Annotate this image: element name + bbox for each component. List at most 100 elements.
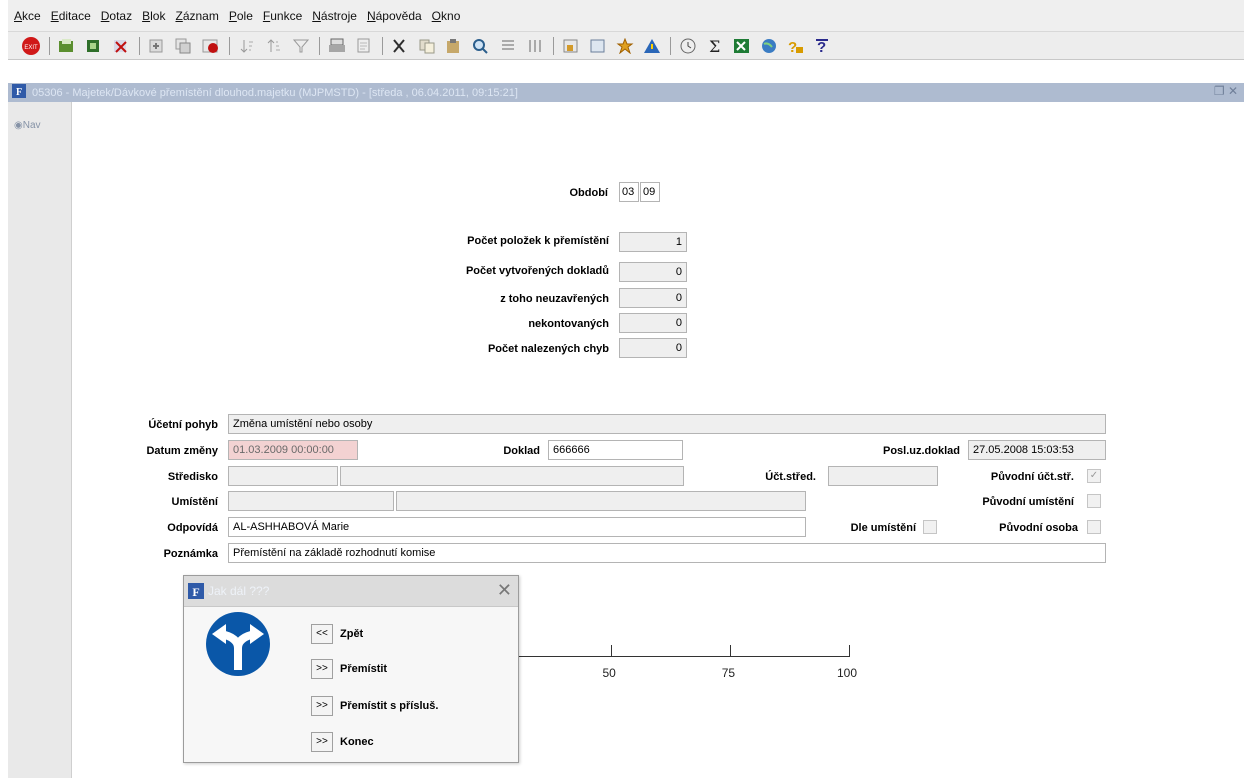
export-icon[interactable] <box>560 35 582 57</box>
exit-icon-label: EXIT <box>24 45 38 51</box>
stredisko-label: Středisko <box>167 471 218 483</box>
menu-funkce[interactable]: Funkce <box>263 9 302 23</box>
report-icon[interactable] <box>587 35 609 57</box>
posl-uz-doklad-label: Posl.uz.doklad <box>882 445 960 457</box>
puvodni-osoba-checkbox[interactable] <box>1087 520 1101 534</box>
puvodni-uct-str-checkbox[interactable]: ✓ <box>1087 469 1101 483</box>
help-icon[interactable]: ? <box>785 35 807 57</box>
svg-text:?: ? <box>788 39 797 54</box>
doklad-label: Doklad <box>503 445 540 457</box>
new-record-icon[interactable] <box>146 35 168 57</box>
stat-label: Počet vytvořených dokladů <box>465 265 609 277</box>
window-controls: ❐ ✕ <box>1214 84 1238 98</box>
enter-query-icon[interactable] <box>83 35 105 57</box>
dle-umisteni-checkbox[interactable] <box>923 520 937 534</box>
dialog-title: Jak dál ??? <box>208 584 270 598</box>
menu-dotaz[interactable]: Dotaz <box>101 9 132 23</box>
konec-label[interactable]: Konec <box>340 736 374 748</box>
menu-pole[interactable]: Pole <box>229 9 253 23</box>
stat-label: Počet nalezených chyb <box>487 343 609 355</box>
doklad-field[interactable]: 666666 <box>548 440 683 460</box>
premistit-button[interactable]: >> <box>311 659 333 679</box>
print-icon[interactable] <box>326 35 348 57</box>
excel-icon[interactable] <box>731 35 753 57</box>
save-icon[interactable] <box>56 35 78 57</box>
find-icon[interactable] <box>470 35 492 57</box>
sum-icon[interactable]: Σ <box>704 35 726 57</box>
list-icon[interactable] <box>497 35 519 57</box>
svg-text:F: F <box>16 87 22 98</box>
sort-desc-icon[interactable] <box>263 35 285 57</box>
konec-button[interactable]: >> <box>311 732 333 752</box>
menu-napoveda[interactable]: Nápověda <box>367 9 422 23</box>
direction-sign-icon <box>204 610 272 681</box>
restore-window-icon[interactable]: ❐ <box>1214 84 1225 98</box>
menu-blok[interactable]: Blok <box>142 9 165 23</box>
nav-button[interactable]: ◉Nav <box>14 120 41 131</box>
axis-tick <box>729 645 731 657</box>
delete-record-icon[interactable] <box>200 35 222 57</box>
uct-stred-label: Účt.střed. <box>765 471 816 483</box>
filter-icon[interactable] <box>290 35 312 57</box>
nav-icon: ◉ <box>14 120 23 131</box>
cut-icon[interactable] <box>389 35 411 57</box>
period-month-field[interactable]: 03 <box>619 182 639 202</box>
period-label: Období <box>569 187 609 199</box>
zpet-label[interactable]: Zpět <box>340 628 363 640</box>
menu-zaznam[interactable]: Záznam <box>175 9 218 23</box>
clock-icon[interactable] <box>677 35 699 57</box>
stat-value: 0 <box>619 338 687 358</box>
help-context-icon[interactable]: ? <box>812 35 834 57</box>
toolbar-separator <box>319 36 320 55</box>
datum-zmeny-field[interactable]: 01.03.2009 00:00:00 <box>228 440 358 460</box>
columns-icon[interactable] <box>524 35 546 57</box>
axis-tick <box>610 645 612 657</box>
toolbar-separator <box>49 36 50 55</box>
zpet-button[interactable]: << <box>311 624 333 644</box>
umisteni-code-field[interactable] <box>228 491 394 511</box>
star-icon[interactable] <box>614 35 636 57</box>
toolbar: EXIT Σ ? ? <box>8 32 1244 60</box>
close-icon[interactable]: ✕ <box>497 580 512 601</box>
puvodni-umisteni-checkbox[interactable] <box>1087 494 1101 508</box>
alert-icon[interactable] <box>641 35 663 57</box>
dle-umisteni-label: Dle umístění <box>850 522 916 534</box>
sort-asc-icon[interactable] <box>236 35 258 57</box>
poznamka-field[interactable]: Přemístění na základě rozhodnutí komise <box>228 543 1106 563</box>
premistit-label[interactable]: Přemístit <box>340 663 387 675</box>
svg-text:Σ: Σ <box>709 38 720 54</box>
print-preview-icon[interactable] <box>353 35 375 57</box>
umisteni-name-field <box>396 491 806 511</box>
svg-text:?: ? <box>817 39 826 54</box>
menu-akce[interactable]: Akce <box>14 9 41 23</box>
ucetni-pohyb-field[interactable]: Změna umístění nebo osoby <box>228 414 1106 434</box>
axis-tick-label: 50 <box>602 666 616 680</box>
premistit-s-prislus-label[interactable]: Přemístit s přísluš. <box>340 700 438 712</box>
nav-label: Nav <box>22 120 41 131</box>
toolbar-separator <box>670 36 671 55</box>
datum-zmeny-label: Datum změny <box>146 445 218 457</box>
duplicate-record-icon[interactable] <box>173 35 195 57</box>
jak-dal-dialog: F Jak dál ??? ✕ << Zpět >> Přemístit >> … <box>183 575 519 763</box>
paste-icon[interactable] <box>443 35 465 57</box>
window-title: 05306 - Majetek/Dávkové přemístění dlouh… <box>32 86 518 99</box>
uct-stred-field[interactable] <box>828 466 938 486</box>
ucetni-pohyb-label: Účetní pohyb <box>148 419 218 431</box>
close-window-icon[interactable]: ✕ <box>1228 84 1238 98</box>
odpovida-field[interactable]: AL-ASHHABOVÁ Marie <box>228 517 806 537</box>
menu-editace[interactable]: Editace <box>51 9 91 23</box>
menu-nastroje[interactable]: Nástroje <box>312 9 357 23</box>
stredisko-name-field <box>340 466 684 486</box>
globe-icon[interactable] <box>758 35 780 57</box>
exit-icon[interactable]: EXIT <box>20 35 42 57</box>
menu-okno[interactable]: Okno <box>432 9 461 23</box>
cancel-query-icon[interactable] <box>110 35 132 57</box>
premistit-s-prislus-button[interactable]: >> <box>311 696 333 716</box>
app-logo-icon: F <box>12 84 26 101</box>
svg-text:F: F <box>192 585 199 599</box>
puvodni-osoba-label: Původní osoba <box>999 522 1078 534</box>
left-nav-panel: ◉Nav <box>8 102 72 778</box>
stredisko-code-field[interactable] <box>228 466 338 486</box>
copy-icon[interactable] <box>416 35 438 57</box>
period-year-field[interactable]: 09 <box>640 182 660 202</box>
